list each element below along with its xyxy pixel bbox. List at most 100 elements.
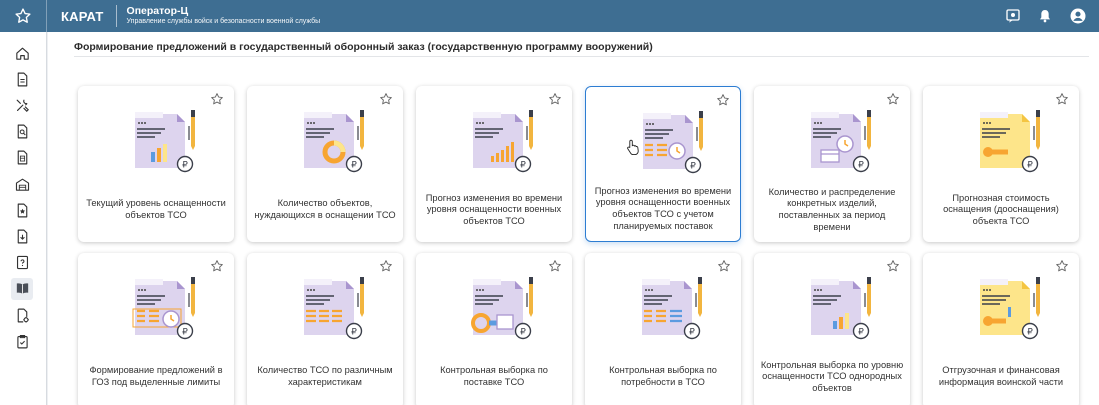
report-card[interactable]: ₽ Количество объектов, нуждающихся в осна… [247, 86, 403, 242]
star-outline-icon [211, 93, 223, 105]
title-divider [74, 56, 1089, 57]
favorite-star-button[interactable] [379, 92, 393, 106]
card-label: Контрольная выборка по потребности в ТСО [609, 365, 717, 387]
calculator-document-icon [17, 150, 27, 165]
report-card[interactable]: ₽ Количество и распределение конкретных и… [754, 86, 910, 242]
favorite-star-button[interactable] [210, 259, 224, 273]
favorite-star-button[interactable] [886, 92, 900, 106]
card-label: Количество и распределение конкретных из… [768, 186, 896, 232]
favorite-star-button[interactable] [379, 259, 393, 273]
report-card[interactable]: ₽ Текущий уровень оснащенности объектов Т… [78, 86, 234, 242]
report-illustration-icon: ₽ [811, 277, 871, 340]
star-outline-icon [717, 94, 729, 106]
report-card[interactable]: ₽ Прогноз изменения во времени уровня осн… [585, 86, 741, 242]
sidebar-item-clipboard[interactable] [11, 330, 33, 352]
card-label: Отгрузочная и финансовая информация воин… [938, 365, 1064, 387]
card-label: Прогноз изменения во времени уровня осна… [594, 185, 732, 231]
report-illustration-icon: ₽ [471, 277, 533, 340]
sidebar-item-star-document[interactable] [11, 199, 33, 221]
download-document-icon [17, 229, 27, 244]
report-illustration-icon: ₽ [643, 111, 703, 174]
star-outline-icon [549, 93, 561, 105]
report-illustration-icon: ₽ [304, 277, 364, 340]
sidebar-item-download-document[interactable] [11, 225, 33, 247]
help-document-icon [16, 256, 28, 270]
sidebar-item-document[interactable] [11, 68, 33, 90]
report-card[interactable]: ₽ Количество ТСО по различным характерист… [247, 253, 403, 405]
sidebar-item-help-document[interactable] [11, 252, 33, 274]
app-titles: Оператор-Ц Управление службы войск и без… [127, 6, 321, 25]
card-label: Количество ТСО по различным характеристи… [257, 365, 393, 387]
home-icon [15, 47, 29, 60]
sidebar-item-search-document[interactable] [11, 121, 33, 143]
report-illustration-icon: ₽ [473, 110, 533, 173]
bell-icon [1040, 10, 1050, 23]
page-title: Формирование предложений в государственн… [74, 41, 653, 53]
report-illustration-icon: ₽ [132, 277, 195, 340]
svg-text:₽: ₽ [1027, 328, 1033, 338]
favorite-star-button[interactable] [886, 259, 900, 273]
star-outline-icon [211, 260, 223, 272]
report-illustration-icon: ₽ [980, 110, 1040, 173]
sidebar-item-book[interactable] [11, 277, 33, 300]
star-document-icon [17, 203, 27, 218]
svg-text:₽: ₽ [351, 161, 357, 171]
user-icon [1070, 8, 1086, 24]
favorite-star-button[interactable] [716, 93, 730, 107]
header-actions [1005, 7, 1087, 25]
report-card[interactable]: ₽ Отгрузочная и финансовая информация вои… [923, 253, 1079, 405]
card-label: Прогноз изменения во времени уровня осна… [425, 192, 563, 226]
star-outline-icon [887, 260, 899, 272]
report-card[interactable]: ₽ Контрольная выборка по поставке ТСО [416, 253, 572, 405]
sidebar-item-tools[interactable] [11, 94, 33, 116]
card-label: Контрольная выборка по уровню оснащеннос… [760, 359, 904, 393]
report-illustration-icon: ₽ [811, 110, 871, 173]
book-icon [16, 283, 28, 295]
brand-logo[interactable]: КАРАТ [61, 9, 104, 24]
svg-text:₽: ₽ [858, 328, 864, 338]
main-content: Формирование предложений в государственн… [48, 32, 1099, 405]
report-illustration-icon: ₽ [304, 110, 364, 173]
star-outline-icon [1056, 260, 1068, 272]
star-outline-icon [380, 260, 392, 272]
sidebar-item-calculator-document[interactable] [11, 147, 33, 169]
clipboard-icon [16, 334, 28, 349]
svg-text:₽: ₽ [689, 328, 695, 338]
card-label: Текущий уровень оснащенности объектов ТС… [86, 198, 226, 220]
support-chat-button[interactable] [1005, 8, 1021, 24]
sidebar-item-warehouse[interactable] [11, 173, 33, 195]
favorite-star-button[interactable] [1055, 92, 1069, 106]
favorite-star-button[interactable] [1055, 259, 1069, 273]
svg-text:₽: ₽ [1027, 161, 1033, 171]
favorites-button[interactable] [0, 0, 47, 32]
star-outline-icon [380, 93, 392, 105]
star-outline-icon [1056, 93, 1068, 105]
header-divider [115, 5, 117, 27]
favorite-star-button[interactable] [548, 259, 562, 273]
report-card[interactable]: ₽ Контрольная выборка по уровню оснащенно… [754, 253, 910, 405]
report-card[interactable]: ₽ Формирование предложений в ГОЗ под выде… [78, 253, 234, 405]
user-account-button[interactable] [1069, 7, 1087, 25]
favorite-star-button[interactable] [548, 92, 562, 106]
svg-text:₽: ₽ [520, 328, 526, 338]
favorite-star-button[interactable] [717, 259, 731, 273]
svg-text:₽: ₽ [182, 328, 188, 338]
report-card[interactable]: ₽ Прогноз изменения во времени уровня осн… [416, 86, 572, 242]
card-label: Контрольная выборка по поставке ТСО [440, 365, 548, 387]
card-label: Прогнозная стоимость оснащения (дооснаще… [943, 192, 1059, 226]
svg-text:₽: ₽ [690, 162, 696, 172]
report-illustration-icon: ₽ [980, 277, 1040, 340]
report-card[interactable]: ₽ Контрольная выборка по потребности в ТС… [585, 253, 741, 405]
sidebar-item-home[interactable] [11, 42, 33, 64]
star-outline-icon [718, 260, 730, 272]
report-card[interactable]: ₽ Прогнозная стоимость оснащения (дооснащ… [923, 86, 1079, 242]
report-illustration-icon: ₽ [642, 277, 702, 340]
app-title: Оператор-Ц [126, 5, 189, 18]
sidebar-item-document-settings[interactable] [11, 304, 33, 326]
notifications-button[interactable] [1037, 8, 1053, 24]
report-illustration-icon: ₽ [135, 110, 195, 173]
search-document-icon [17, 124, 27, 139]
favorite-star-button[interactable] [210, 92, 224, 106]
card-label: Формирование предложений в ГОЗ под выдел… [89, 365, 223, 387]
svg-text:₽: ₽ [858, 161, 864, 171]
